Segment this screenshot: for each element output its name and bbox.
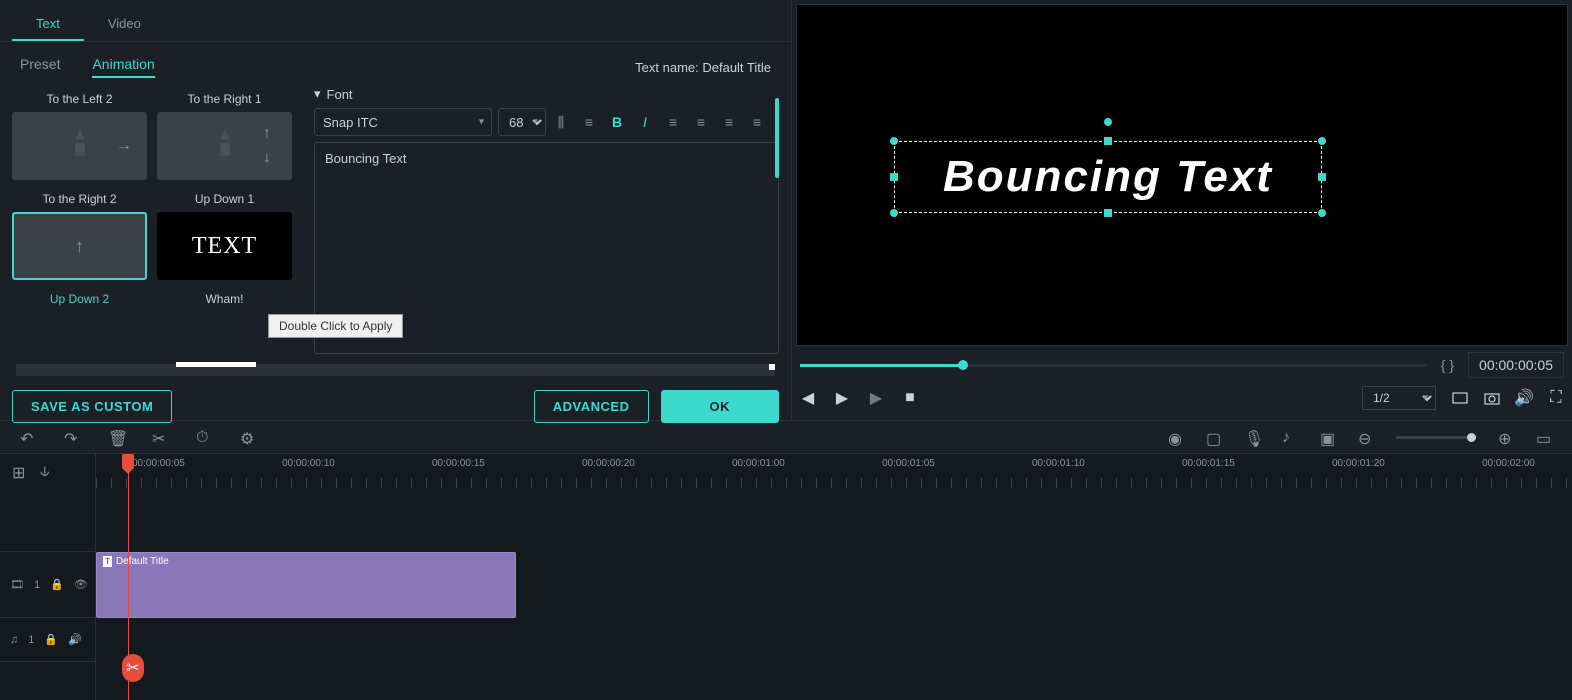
zoom-slider[interactable] <box>1396 436 1476 439</box>
mute-icon[interactable]: 🔊 <box>68 633 82 646</box>
preview-canvas[interactable]: Bouncing Text <box>796 4 1568 346</box>
snapshot-icon[interactable] <box>1484 390 1500 406</box>
timecode-display: 00:00:00:05 <box>1468 352 1564 378</box>
chevron-down-icon: ▾ <box>314 86 321 102</box>
zoom-out-icon[interactable]: ⊖ <box>1358 429 1374 445</box>
tab-text[interactable]: Text <box>12 8 84 41</box>
preset-wham[interactable]: TEXT <box>157 212 292 280</box>
font-section-header[interactable]: ▾Font <box>314 86 779 102</box>
preset-label: Up Down 1 <box>157 186 292 212</box>
music-icon: ♫ <box>10 634 18 646</box>
align-center-icon[interactable]: ≡ <box>692 113 710 131</box>
tooltip: Double Click to Apply <box>268 314 403 338</box>
resize-handle-left[interactable] <box>890 173 898 181</box>
preset-grid: To the Left 2→ To the Right 1↑↓ To the R… <box>12 86 302 354</box>
preset-to-right-1[interactable]: ↑↓ <box>157 112 292 180</box>
align-left-icon[interactable]: ≡ <box>664 113 682 131</box>
italic-button[interactable]: I <box>636 113 654 131</box>
volume-icon[interactable]: 🔊 <box>1516 390 1532 406</box>
lock-icon[interactable]: 🔒 <box>50 578 64 591</box>
scroll-indicator[interactable] <box>775 98 779 178</box>
fullscreen-icon[interactable]: ⛶ <box>1548 390 1564 406</box>
cut-marker[interactable]: ✂ <box>122 654 144 682</box>
save-as-custom-button[interactable]: SAVE AS CUSTOM <box>12 390 172 423</box>
tab-video[interactable]: Video <box>84 8 165 41</box>
preset-label: To the Right 2 <box>12 186 147 212</box>
video-track-header: 🎞 1 🔒 👁 <box>0 552 95 618</box>
visibility-icon[interactable]: 👁 <box>74 578 88 591</box>
prev-frame-button[interactable]: ◀ <box>800 390 816 406</box>
text-clip-icon: T <box>103 556 112 567</box>
align-right-icon[interactable]: ≡ <box>720 113 738 131</box>
resize-handle-tl[interactable] <box>890 137 898 145</box>
left-panel: Text Video Preset Animation Text name: D… <box>0 0 792 420</box>
panel-slider[interactable] <box>16 364 775 376</box>
font-size-select[interactable]: 68 <box>498 108 546 136</box>
film-icon: 🎞 <box>10 578 24 591</box>
play-button[interactable]: ▶ <box>834 390 850 406</box>
render-icon[interactable]: ◉ <box>1168 429 1184 445</box>
rotate-handle[interactable] <box>1104 118 1112 126</box>
audio-track-header: ♫ 1 🔒 🔊 <box>0 618 95 662</box>
preset-label: To the Left 2 <box>12 86 147 112</box>
advanced-button[interactable]: ADVANCED <box>534 390 649 423</box>
text-name-label: Text name: Default Title <box>635 60 771 75</box>
subtab-animation[interactable]: Animation <box>92 56 154 78</box>
fit-icon[interactable]: ▭ <box>1536 429 1552 445</box>
preset-label: Wham! <box>157 286 292 312</box>
text-bounding-box[interactable]: Bouncing Text <box>894 141 1322 213</box>
timeline-clip[interactable]: TDefault Title <box>96 552 516 618</box>
resize-handle-tr[interactable] <box>1318 137 1326 145</box>
preset-label-selected: Up Down 2 <box>12 286 147 312</box>
resize-handle-right[interactable] <box>1318 173 1326 181</box>
preset-up-down-2[interactable]: ↑ <box>12 212 147 280</box>
scissors-icon: ✂ <box>126 658 139 678</box>
zoom-in-icon[interactable]: ⊕ <box>1498 429 1514 445</box>
font-family-select[interactable]: Snap ITC <box>314 108 492 136</box>
preview-text: Bouncing Text <box>943 152 1273 202</box>
char-spacing-icon[interactable]: ⫼ <box>552 113 570 131</box>
timeline-ruler[interactable]: 00:00:00:05 00:00:00:10 00:00:00:15 00:0… <box>96 454 1572 488</box>
lock-icon[interactable]: 🔒 <box>44 633 58 646</box>
brackets-icon[interactable]: { } <box>1441 357 1454 373</box>
resize-handle-bl[interactable] <box>890 209 898 217</box>
crop-icon[interactable]: ▣ <box>1320 429 1336 445</box>
ok-button[interactable]: OK <box>661 390 780 423</box>
main-tabs: Text Video <box>0 0 791 41</box>
stop-button[interactable]: ■ <box>902 390 918 406</box>
playback-progress[interactable] <box>800 364 1427 367</box>
preset-label: To the Right 1 <box>157 86 292 112</box>
magnet-icon[interactable]: ⫝ <box>40 463 56 479</box>
subtab-preset[interactable]: Preset <box>20 56 60 78</box>
align-justify-icon[interactable]: ≡ <box>748 113 766 131</box>
zoom-select[interactable]: 1/2 <box>1362 386 1436 410</box>
audio-mixer-icon[interactable]: ♪ <box>1282 429 1298 445</box>
preset-to-left-2[interactable]: → <box>12 112 147 180</box>
add-track-icon[interactable]: ⊞ <box>12 463 28 479</box>
next-frame-button[interactable]: ▶ <box>868 390 884 406</box>
resize-handle-top[interactable] <box>1104 137 1112 145</box>
bold-button[interactable]: B <box>608 113 626 131</box>
resize-handle-bottom[interactable] <box>1104 209 1112 217</box>
resize-handle-br[interactable] <box>1318 209 1326 217</box>
voiceover-icon[interactable]: 🎙 <box>1244 429 1260 445</box>
marker-icon[interactable]: ▢ <box>1206 429 1222 445</box>
preview-panel: Bouncing Text { } 00:00:00:05 ◀ ▶ ▶ <box>792 0 1572 420</box>
line-height-icon[interactable]: ≡ <box>580 113 598 131</box>
timeline: ⊞ ⫝ 🎞 1 🔒 👁 ♫ 1 🔒 🔊 00:00:00:05 00:00:00… <box>0 453 1572 700</box>
quality-icon[interactable] <box>1452 390 1468 406</box>
